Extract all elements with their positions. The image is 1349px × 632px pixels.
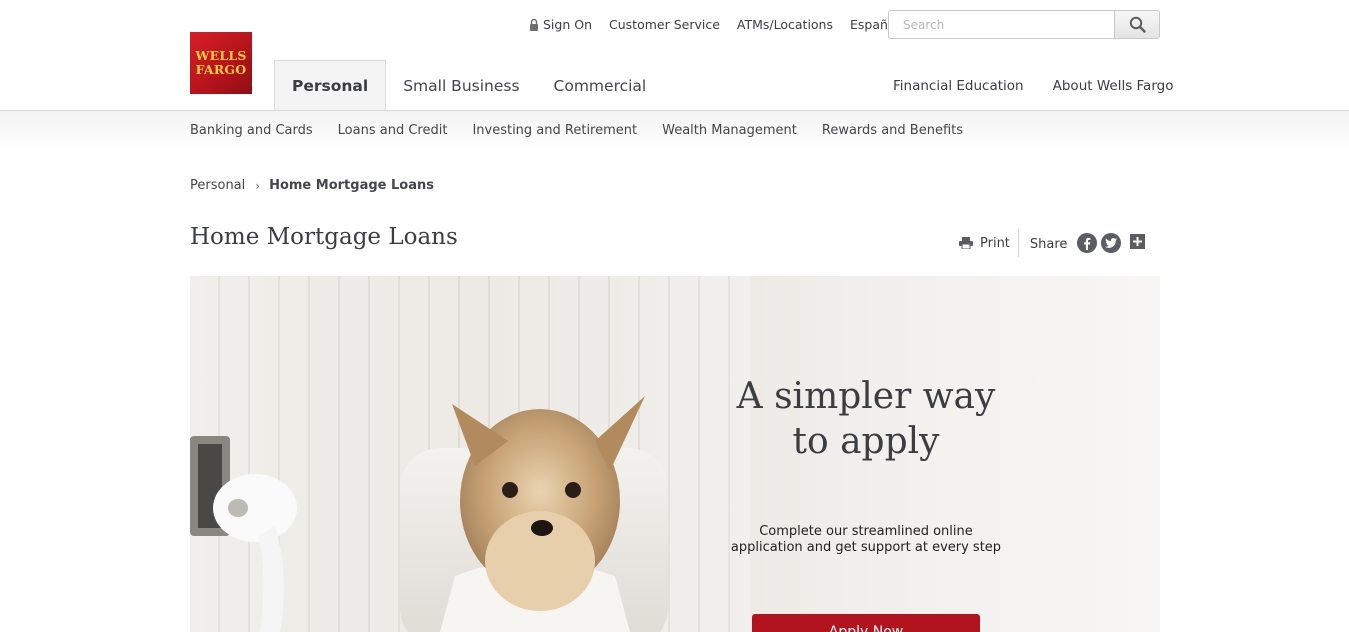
sub-nav-rewards-and-benefits[interactable]: Rewards and Benefits [822, 123, 963, 138]
sub-nav-banking-and-cards[interactable]: Banking and Cards [190, 123, 313, 138]
facebook-icon[interactable] [1077, 233, 1098, 253]
sub-nav-wealth-management[interactable]: Wealth Management [662, 123, 797, 138]
sign-on-link[interactable]: Sign On [529, 17, 592, 32]
print-label: Print [980, 235, 1010, 251]
chevron-right-icon: › [255, 178, 261, 193]
financial-education-link[interactable]: Financial Education [893, 78, 1024, 94]
plus-icon[interactable] [1130, 233, 1146, 249]
hero-headline-line-2: to apply [792, 421, 940, 462]
print-button[interactable]: Print [959, 229, 1019, 257]
hero-headline: A simpler way to apply [730, 374, 1002, 464]
sub-nav-loans-and-credit[interactable]: Loans and Credit [338, 123, 448, 138]
utility-nav: Sign On Customer Service ATMs/Locations … [529, 17, 916, 32]
tab-small-business[interactable]: Small Business [386, 60, 536, 111]
sub-nav-investing-and-retirement[interactable]: Investing and Retirement [472, 123, 637, 138]
main-tabs: Personal Small Business Commercial [274, 60, 663, 111]
tab-personal[interactable]: Personal [274, 60, 387, 111]
logo-line-1: WELLS [195, 48, 247, 63]
hero-subtext-line-2: application and get support at every ste… [730, 540, 1002, 555]
page-title: Home Mortgage Loans [190, 224, 458, 250]
header-right-links: Financial Education About Wells Fargo [893, 78, 1173, 94]
atms-locations-link[interactable]: ATMs/Locations [737, 17, 833, 32]
hero-subtext-line-1: Complete our streamlined online [759, 524, 973, 539]
breadcrumb-current: Home Mortgage Loans [269, 178, 434, 193]
sign-on-label: Sign On [543, 17, 592, 32]
search-input[interactable] [889, 11, 1114, 38]
hero-banner: A simpler way to apply Complete our stre… [190, 276, 1160, 632]
hero-headline-line-1: A simpler way [736, 376, 996, 417]
printer-icon [959, 237, 973, 249]
hero-photo-dog [190, 396, 668, 632]
hero-subtext: Complete our streamlined online applicat… [710, 524, 1022, 556]
sub-nav: Banking and Cards Loans and Credit Inves… [190, 123, 988, 138]
wells-fargo-logo[interactable]: WELLS FARGO [190, 32, 252, 94]
search-button[interactable] [1114, 11, 1159, 38]
search-icon [1129, 16, 1146, 33]
apply-now-button[interactable]: Apply Now [752, 614, 980, 632]
breadcrumb: Personal › Home Mortgage Loans [190, 178, 434, 193]
twitter-icon[interactable] [1101, 233, 1122, 253]
tab-commercial[interactable]: Commercial [537, 60, 664, 111]
about-wells-fargo-link[interactable]: About Wells Fargo [1053, 78, 1174, 94]
lock-icon [530, 18, 538, 31]
logo-line-2: FARGO [195, 62, 247, 77]
search-box [888, 10, 1160, 39]
share-label: Share [1029, 236, 1068, 252]
customer-service-link[interactable]: Customer Service [609, 17, 720, 32]
page-tools: Print Share [959, 229, 1146, 257]
breadcrumb-personal-link[interactable]: Personal [190, 178, 245, 193]
